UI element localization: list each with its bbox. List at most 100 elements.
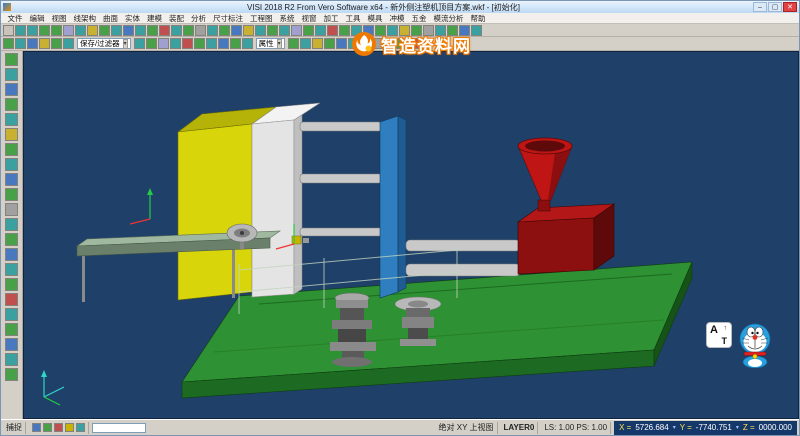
toolbar-icon[interactable]: [5, 368, 18, 381]
toolbar-icon[interactable]: [134, 38, 145, 49]
toolbar-icon[interactable]: [396, 38, 407, 49]
toolbar-icon[interactable]: [315, 25, 326, 36]
toolbar-icon[interactable]: [384, 38, 395, 49]
toolbar-icon[interactable]: [5, 158, 18, 171]
toolbar-icon[interactable]: [5, 173, 18, 186]
close-button[interactable]: ✕: [783, 2, 797, 12]
menu-item[interactable]: 建模: [144, 13, 166, 24]
toolbar-icon[interactable]: [300, 38, 311, 49]
toolbar-icon[interactable]: [5, 353, 18, 366]
toolbar-icon[interactable]: [158, 38, 169, 49]
toolbar-icon[interactable]: [336, 38, 347, 49]
toolbar-icon[interactable]: [75, 25, 86, 36]
menu-item[interactable]: 冲模: [386, 13, 408, 24]
toolbar-icon[interactable]: [471, 25, 482, 36]
toolbar-icon[interactable]: [267, 25, 278, 36]
menu-item[interactable]: 视图: [48, 13, 70, 24]
toolbar-icon[interactable]: [5, 338, 18, 351]
toolbar-icon[interactable]: [5, 233, 18, 246]
tie-bars[interactable]: [300, 122, 382, 236]
toolbar-icon[interactable]: [159, 25, 170, 36]
toolbar-icon[interactable]: [123, 25, 134, 36]
toolbar-icon[interactable]: [194, 38, 205, 49]
toolbar-icon[interactable]: [182, 38, 193, 49]
toolbar-icon[interactable]: [51, 38, 62, 49]
toolbar-icon[interactable]: [5, 203, 18, 216]
toolbar-icon[interactable]: [363, 25, 374, 36]
toolbar-icon[interactable]: [459, 25, 470, 36]
blue-platen[interactable]: [380, 116, 406, 298]
toolbar-icon[interactable]: [435, 25, 446, 36]
menu-item[interactable]: 工程图: [247, 13, 277, 24]
toolbar-icon[interactable]: [324, 38, 335, 49]
toolbar-icon[interactable]: [312, 38, 323, 49]
toolbar-icon[interactable]: [3, 25, 14, 36]
toolbar-icon[interactable]: [303, 25, 314, 36]
menu-item[interactable]: 模流分析: [430, 13, 467, 24]
toolbar-icon[interactable]: [372, 38, 383, 49]
menu-item[interactable]: 系统: [276, 13, 298, 24]
command-input[interactable]: [92, 423, 146, 433]
menu-item[interactable]: 分析: [188, 13, 210, 24]
menu-item[interactable]: 线架构: [70, 13, 100, 24]
toolbar-icon[interactable]: [218, 38, 229, 49]
toolbar-icon[interactable]: [147, 25, 158, 36]
viewport-3d[interactable]: A ↑ T: [23, 51, 799, 419]
toolbar-icon[interactable]: [27, 38, 38, 49]
minimize-button[interactable]: –: [753, 2, 767, 12]
chevron-down-icon[interactable]: ▾: [123, 39, 128, 49]
menu-item[interactable]: 文件: [4, 13, 26, 24]
status-icon[interactable]: [65, 423, 74, 432]
toolbar-icon[interactable]: [375, 25, 386, 36]
toolbar-icon[interactable]: [170, 38, 181, 49]
toolbar-icon[interactable]: [5, 278, 18, 291]
toolbar-icon[interactable]: [5, 308, 18, 321]
toolbar-icon[interactable]: [39, 38, 50, 49]
toolbar-icon[interactable]: [111, 25, 122, 36]
toolbar-icon[interactable]: [5, 68, 18, 81]
toolbar-icon[interactable]: [399, 25, 410, 36]
status-icon[interactable]: [54, 423, 63, 432]
toolbar-icon[interactable]: [5, 53, 18, 66]
toolbar-icon[interactable]: [3, 38, 14, 49]
toolbar-icon[interactable]: [348, 38, 359, 49]
injection-unit[interactable]: [518, 204, 614, 274]
toolbar-icon[interactable]: [231, 25, 242, 36]
view-mode-label[interactable]: 绝对 XY 上视图: [439, 422, 494, 433]
toolbar-icon[interactable]: [219, 25, 230, 36]
toolbar-icon[interactable]: [339, 25, 350, 36]
menu-item[interactable]: 实体: [122, 13, 144, 24]
toolbar-icon[interactable]: [207, 25, 218, 36]
toolbar-icon[interactable]: [5, 188, 18, 201]
menu-item[interactable]: 模具: [364, 13, 386, 24]
toolbar-icon[interactable]: [63, 25, 74, 36]
menu-item[interactable]: 曲面: [100, 13, 122, 24]
menu-item[interactable]: 帮助: [467, 13, 489, 24]
toolbar-icon[interactable]: [146, 38, 157, 49]
toolbar-icon[interactable]: [51, 25, 62, 36]
toolbar-icon[interactable]: [195, 25, 206, 36]
toolbar-icon[interactable]: [423, 25, 434, 36]
menu-item[interactable]: 加工: [320, 13, 342, 24]
toolbar-icon[interactable]: [351, 25, 362, 36]
toolbar-icon[interactable]: [39, 25, 50, 36]
maximize-button[interactable]: ▢: [768, 2, 782, 12]
toolbar-icon[interactable]: [15, 25, 26, 36]
toolbar-icon[interactable]: [5, 323, 18, 336]
toolbar-icon[interactable]: [87, 25, 98, 36]
toolbar-icon[interactable]: [291, 25, 302, 36]
toolbar-icon[interactable]: [5, 113, 18, 126]
toolbar-icon[interactable]: [243, 25, 254, 36]
injection-cylinders[interactable]: [406, 240, 520, 276]
toolbar-icon[interactable]: [230, 38, 241, 49]
menu-item[interactable]: 编辑: [26, 13, 48, 24]
status-icon[interactable]: [43, 423, 52, 432]
active-layer-label[interactable]: LAYER0: [504, 423, 535, 432]
toolbar-icon[interactable]: [279, 25, 290, 36]
menu-item[interactable]: 五金: [408, 13, 430, 24]
toolbar-icon[interactable]: [360, 38, 371, 49]
toolbar-icon[interactable]: [99, 25, 110, 36]
toolbar-icon[interactable]: [206, 38, 217, 49]
toolbar-icon[interactable]: [63, 38, 74, 49]
menu-item[interactable]: 装配: [166, 13, 188, 24]
